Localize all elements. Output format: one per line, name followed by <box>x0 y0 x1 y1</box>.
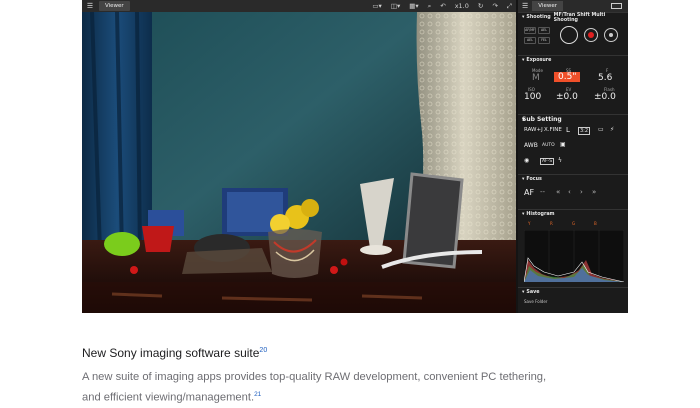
battery-icon <box>611 3 622 9</box>
feature-description: A new suite of imaging apps provides top… <box>82 369 562 407</box>
shooting-section: ▾ Shooting MF/Tran Shift Multi Shooting … <box>518 12 628 55</box>
setting-header[interactable]: ▾ Sub Setting <box>518 115 628 124</box>
magnify-icon[interactable]: ⌕ <box>428 0 432 12</box>
auto-value[interactable]: AUTO <box>542 143 555 148</box>
shooting-subtitle: MF/Tran Shift Multi Shooting <box>553 12 606 23</box>
chevron-down-icon: ▾ <box>522 15 525 20</box>
channel-r-label[interactable]: R <box>550 221 553 226</box>
chevron-down-icon: ▾ <box>522 177 525 182</box>
focus-step-back-icon[interactable]: ‹ <box>568 188 571 196</box>
file-format-value[interactable]: RAW+J <box>524 127 543 133</box>
frame-icon[interactable]: ▭ <box>598 126 604 133</box>
iso-value[interactable]: 100 <box>524 92 541 102</box>
record-dot-icon <box>588 32 594 38</box>
ael-button-2[interactable]: AEL <box>524 37 536 44</box>
afmf-button[interactable]: AF/MF <box>524 27 536 34</box>
shooting-header[interactable]: ▾ Shooting MF/Tran Shift Multi Shooting <box>518 12 628 23</box>
focus-mode-value[interactable]: AF-S <box>540 158 555 165</box>
compare-icon[interactable]: ◫▾ <box>391 0 400 12</box>
quality-value[interactable]: X.FINE <box>544 127 562 133</box>
flash-value[interactable]: ±0.0 <box>594 92 616 102</box>
setting-title: Sub Setting <box>522 116 562 123</box>
viewer-toolbar: ☰ Viewer ▭▾ ◫▾ ▦▾ ⌕ ↶ x1.0 ↻ ↷ ⤢ <box>82 0 516 12</box>
feature-title: New Sony imaging software suite20 <box>82 346 267 360</box>
aperture-value[interactable]: 5.6 <box>598 73 612 83</box>
drive-mode-icon[interactable]: ◉ <box>524 157 529 164</box>
feature-title-text: New Sony imaging software suite <box>82 346 260 360</box>
shutter-button[interactable] <box>560 26 578 44</box>
layout-icon[interactable]: ▭▾ <box>372 0 381 12</box>
white-balance-value[interactable]: AWB <box>524 142 538 149</box>
chevron-down-icon: ▾ <box>522 212 525 217</box>
histogram-section: ▾ Histogram Y R G B <box>518 209 628 287</box>
hamburger-icon[interactable]: ☰ <box>522 2 528 10</box>
zoom-value: x1.0 <box>454 2 469 10</box>
photo-illustration <box>82 12 516 313</box>
chevron-down-icon: ▾ <box>522 290 525 295</box>
feature-description-text: A new suite of imaging apps provides top… <box>82 371 547 404</box>
exposure-section: ▾ Exposure Mode SS F M 0.5" 5.6 ISO EV F… <box>518 55 628 114</box>
remote-panel: ☰ Viewer ▾ Shooting MF/Tran Shift Multi … <box>518 0 628 313</box>
metering-icon[interactable]: ▣ <box>560 141 566 148</box>
shutter-speed-value[interactable]: 0.5" <box>554 72 581 82</box>
rotate-icon[interactable]: ↻ <box>478 0 483 12</box>
timer-dot-icon <box>609 33 613 37</box>
image-size-value[interactable]: L <box>566 126 570 134</box>
rotate-left-icon[interactable]: ↶ <box>440 0 445 12</box>
exposure-title: Exposure <box>526 58 552 63</box>
panel-tab[interactable]: Viewer <box>532 1 563 11</box>
fullscreen-icon[interactable]: ⤢ <box>507 0 512 12</box>
histogram-graph <box>524 230 624 282</box>
rotate-right-icon[interactable]: ↷ <box>492 0 497 12</box>
af-label[interactable]: AF <box>524 188 534 197</box>
grid-icon[interactable]: ▦▾ <box>409 0 418 12</box>
fel-button[interactable]: FEL <box>538 37 550 44</box>
shooting-title: Shooting <box>526 15 551 20</box>
still-life-photo <box>82 12 516 313</box>
channel-b-label[interactable]: B <box>594 221 597 226</box>
ael-button[interactable]: AEL <box>538 27 550 34</box>
save-header[interactable]: ▾ Save <box>518 288 628 297</box>
hamburger-icon[interactable]: ☰ <box>85 0 95 12</box>
aspect-ratio-value[interactable]: 3:2 <box>578 127 591 135</box>
save-title: Save <box>526 290 540 295</box>
focus-far-icon[interactable]: « <box>556 188 560 196</box>
histogram-title: Histogram <box>526 212 555 217</box>
channel-g-label[interactable]: G <box>572 221 575 226</box>
footnote-link-21[interactable]: 21 <box>254 391 261 398</box>
af-value: -- <box>540 188 546 196</box>
ev-value[interactable]: ±0.0 <box>556 92 578 102</box>
focus-step-fwd-icon[interactable]: › <box>580 188 583 196</box>
exposure-header[interactable]: ▾ Exposure <box>518 56 628 65</box>
panel-toolbar: ☰ Viewer <box>518 0 628 12</box>
focus-near-icon[interactable]: » <box>592 188 596 196</box>
app-screenshot: ☰ Viewer ▭▾ ◫▾ ▦▾ ⌕ ↶ x1.0 ↻ ↷ ⤢ ☰ Viewe… <box>82 0 628 313</box>
focus-title: Focus <box>526 177 542 182</box>
save-folder-label[interactable]: Save Folder <box>524 299 547 304</box>
footnote-link-20[interactable]: 20 <box>259 347 267 354</box>
focus-header[interactable]: ▾ Focus <box>518 175 628 184</box>
channel-y-label[interactable]: Y <box>528 221 530 226</box>
setting-section: ▾ Sub Setting RAW+J X.FINE L 3:2 ▭ ⚡ AWB… <box>518 114 628 174</box>
viewer-tools: ▭▾ ◫▾ ▦▾ ⌕ ↶ x1.0 ↻ ↷ ⤢ <box>372 0 512 12</box>
chevron-down-icon: ▾ <box>522 58 525 63</box>
mode-value[interactable]: M <box>532 73 540 83</box>
histogram-header[interactable]: ▾ Histogram <box>518 210 628 219</box>
save-section: ▾ Save Save Folder <box>518 287 628 313</box>
flash-icon[interactable]: ϟ <box>558 157 562 164</box>
focus-section: ▾ Focus AF -- « ‹ › » <box>518 174 628 209</box>
flash-off-icon[interactable]: ⚡ <box>610 126 614 133</box>
viewer-tab[interactable]: Viewer <box>99 1 130 11</box>
